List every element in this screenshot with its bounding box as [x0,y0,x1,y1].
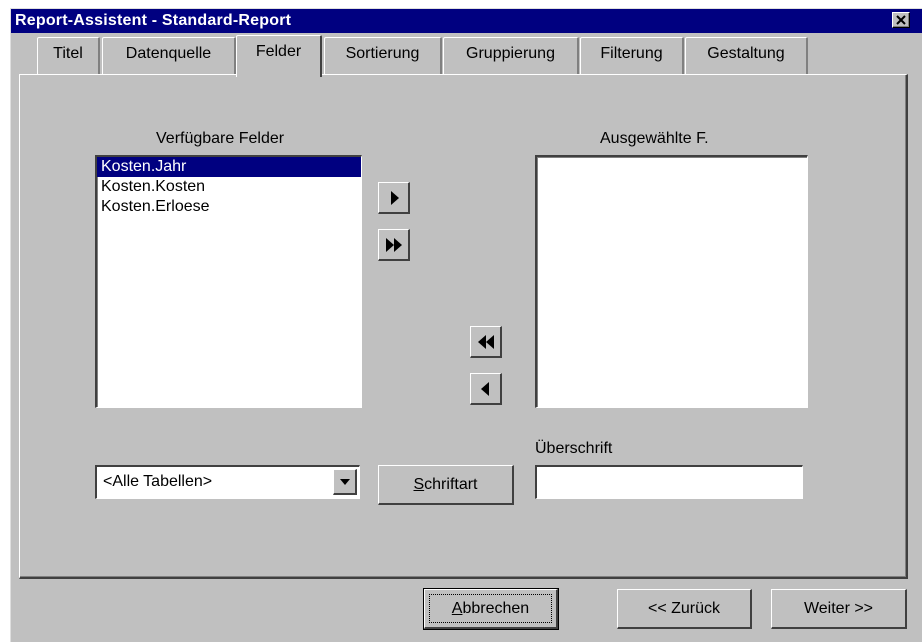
add-field-button[interactable] [378,182,410,214]
close-button[interactable] [892,12,910,28]
remove-all-fields-button[interactable] [470,326,502,358]
tab-label: Sortierung [345,45,420,62]
next-button[interactable]: Weiter >> [771,589,907,629]
arrow-left-icon [481,382,489,396]
tab-label: Gestaltung [707,45,785,62]
tab-label: Datenquelle [125,45,212,62]
list-item[interactable]: Kosten.Kosten [97,177,361,197]
tab-gruppierung[interactable]: Gruppierung [443,37,579,75]
back-button[interactable]: << Zurück [617,589,752,629]
font-button-label: Schriftart [413,476,478,493]
window-title: Report-Assistent - Standard-Report [15,12,292,29]
tab-label: Felder [255,43,302,60]
close-icon [896,15,906,25]
double-arrow-left-icon [478,335,494,349]
tab-label: Titel [53,45,83,62]
caption-label: Überschrift [535,440,613,457]
title-bar: Report-Assistent - Standard-Report [11,9,922,33]
add-all-fields-button[interactable] [378,229,410,261]
caption-input[interactable] [535,465,803,499]
tab-titel[interactable]: Titel [37,37,100,75]
list-item[interactable]: Kosten.Erloese [97,197,361,217]
selected-fields-list[interactable] [535,155,808,408]
available-fields-list[interactable]: Kosten.Jahr Kosten.Kosten Kosten.Erloese [95,155,362,408]
cancel-button[interactable]: Abbrechen [423,588,559,630]
selected-fields-label: Ausgewählte F. [600,130,709,147]
remove-field-button[interactable] [470,373,502,405]
back-button-label: << Zurück [647,600,721,617]
chevron-down-icon [340,479,350,485]
tab-label: Gruppierung [466,45,555,62]
next-button-label: Weiter >> [803,600,874,617]
tab-felder[interactable]: Felder [236,35,322,77]
tab-sortierung[interactable]: Sortierung [324,37,442,75]
dropdown-button[interactable] [333,469,357,495]
arrow-right-icon [391,191,399,205]
tab-filterung[interactable]: Filterung [580,37,684,75]
table-filter-value: <Alle Tabellen> [103,473,213,490]
table-filter-dropdown[interactable]: <Alle Tabellen> [95,465,360,499]
tab-datenquelle[interactable]: Datenquelle [102,37,236,75]
available-fields-label: Verfügbare Felder [156,130,285,147]
tab-label: Filterung [600,45,663,62]
cancel-button-label: Abbrechen [451,600,530,617]
list-item[interactable]: Kosten.Jahr [97,157,361,177]
double-arrow-right-icon [386,238,402,252]
font-button[interactable]: Schriftart [378,465,514,505]
tab-gestaltung[interactable]: Gestaltung [685,37,808,75]
